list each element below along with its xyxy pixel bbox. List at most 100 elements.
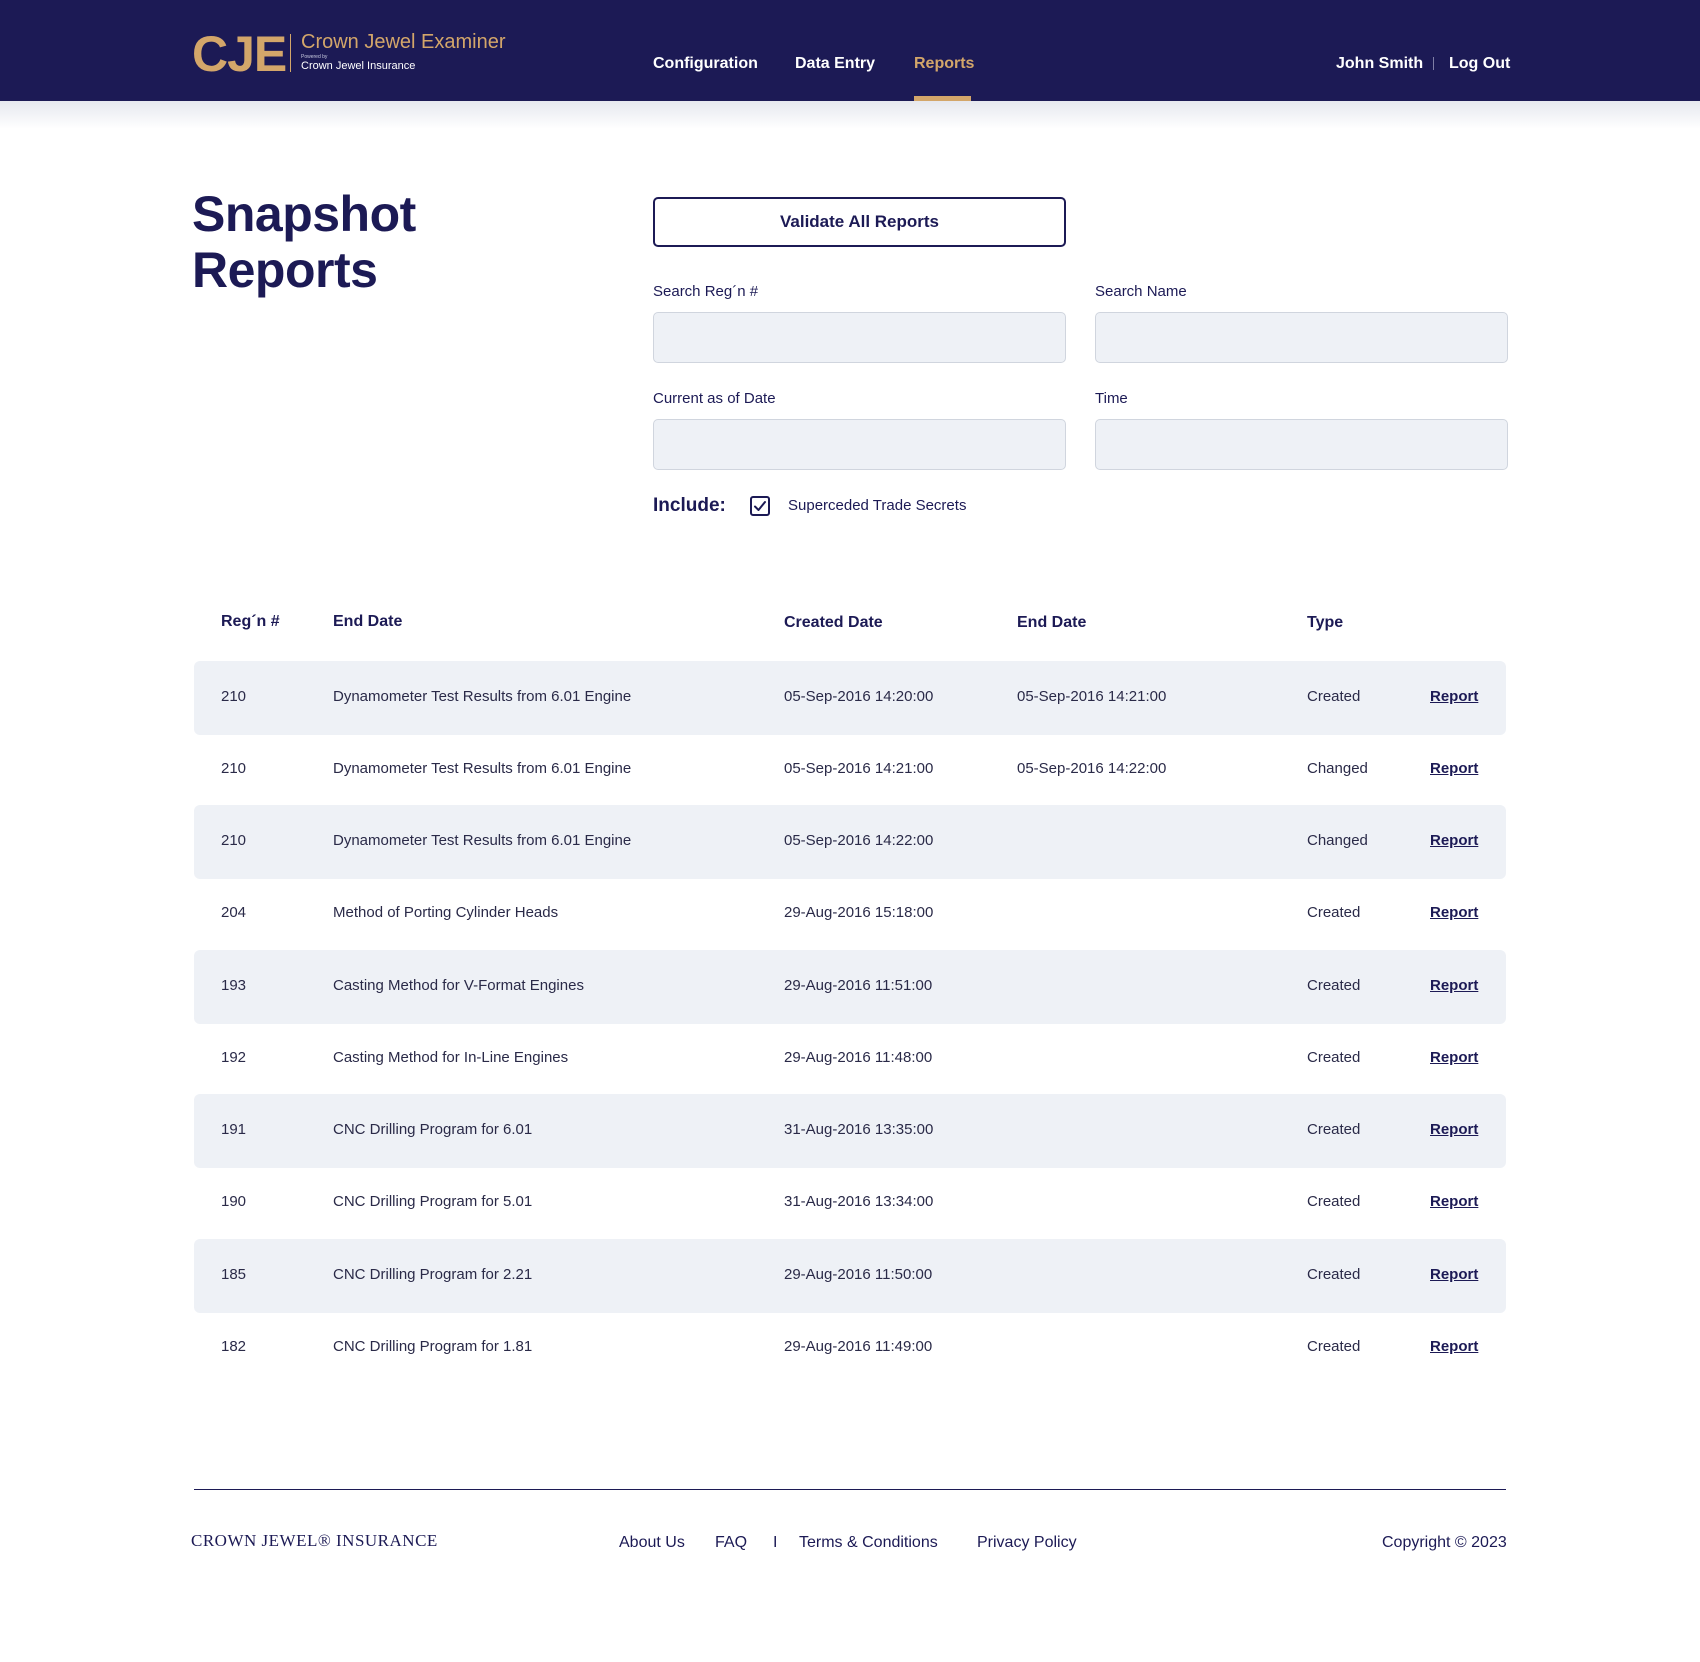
- footer-terms-link[interactable]: Terms & Conditions: [799, 1533, 938, 1553]
- cell-created-date: 29-Aug-2016 11:48:00: [784, 1049, 933, 1066]
- user-name[interactable]: John Smith: [1336, 54, 1423, 74]
- search-regn-input[interactable]: [653, 312, 1066, 363]
- cell-created-date: 31-Aug-2016 13:34:00: [784, 1193, 934, 1210]
- cell-created-date: 29-Aug-2016 11:50:00: [784, 1266, 933, 1283]
- cell-name: CNC Drilling Program for 5.01: [333, 1193, 533, 1210]
- report-link[interactable]: Report: [1430, 1266, 1478, 1284]
- cell-name: Casting Method for In-Line Engines: [333, 1049, 569, 1066]
- cell-type: Created: [1307, 1338, 1361, 1355]
- page-title: Snapshot Reports: [192, 186, 416, 298]
- col-header-created-date: Created Date: [784, 614, 883, 631]
- footer-about-us-link[interactable]: About Us: [619, 1533, 685, 1553]
- col-header-name: End Date: [333, 613, 403, 630]
- cell-name: Method of Porting Cylinder Heads: [333, 904, 559, 921]
- cell-type: Created: [1307, 977, 1361, 994]
- table-row: 204 Method of Porting Cylinder Heads 29-…: [194, 877, 1506, 951]
- footer-brand-logo: CROWN JEWEL® INSURANCE: [191, 1531, 438, 1550]
- cell-regn: 192: [221, 1049, 247, 1066]
- nav-configuration[interactable]: Configuration: [653, 54, 758, 74]
- cell-created-date: 05-Sep-2016 14:21:00: [784, 760, 934, 777]
- logo-title: Crown Jewel Examiner: [301, 31, 506, 53]
- report-link[interactable]: Report: [1430, 1121, 1478, 1139]
- cell-regn: 210: [221, 760, 247, 777]
- cell-regn: 190: [221, 1193, 247, 1210]
- cell-name: CNC Drilling Program for 1.81: [333, 1338, 533, 1355]
- cell-end-date: 05-Sep-2016 14:21:00: [1017, 688, 1167, 705]
- cell-regn: 193: [221, 977, 247, 994]
- report-link[interactable]: Report: [1430, 1338, 1478, 1356]
- report-link[interactable]: Report: [1430, 904, 1478, 922]
- cell-type: Created: [1307, 1121, 1361, 1138]
- nav-data-entry[interactable]: Data Entry: [795, 54, 875, 74]
- copyright-text: Copyright © 2023: [1382, 1534, 1507, 1551]
- table-row: 191 CNC Drilling Program for 6.01 31-Aug…: [194, 1094, 1506, 1168]
- report-link[interactable]: Report: [1430, 977, 1478, 995]
- cell-name: Dynamometer Test Results from 6.01 Engin…: [333, 760, 632, 777]
- superceded-label[interactable]: Superceded Trade Secrets: [788, 497, 966, 515]
- cell-type: Changed: [1307, 832, 1368, 849]
- report-link[interactable]: Report: [1430, 760, 1478, 778]
- logout-link[interactable]: Log Out: [1449, 54, 1510, 74]
- cell-end-date: 05-Sep-2016 14:22:00: [1017, 760, 1167, 777]
- logo-mark[interactable]: CJE: [192, 26, 287, 82]
- table-row: 182 CNC Drilling Program for 1.81 29-Aug…: [194, 1311, 1506, 1385]
- report-link[interactable]: Report: [1430, 1193, 1478, 1211]
- cell-regn: 191: [221, 1121, 247, 1138]
- search-name-input[interactable]: [1095, 312, 1508, 363]
- cell-type: Created: [1307, 1193, 1361, 1210]
- cell-created-date: 31-Aug-2016 13:35:00: [784, 1121, 934, 1138]
- cell-created-date: 29-Aug-2016 11:51:00: [784, 977, 933, 994]
- cell-name: Casting Method for V-Format Engines: [333, 977, 584, 994]
- cell-name: Dynamometer Test Results from 6.01 Engin…: [333, 688, 632, 705]
- search-name-label: Search Name: [1095, 283, 1187, 300]
- table-row: 210 Dynamometer Test Results from 6.01 E…: [194, 805, 1506, 879]
- logo-subtitle: Crown Jewel Insurance: [301, 60, 416, 72]
- time-input[interactable]: [1095, 419, 1508, 470]
- validate-all-reports-button[interactable]: Validate All Reports: [653, 197, 1066, 247]
- cell-type: Created: [1307, 1266, 1361, 1283]
- report-link[interactable]: Report: [1430, 832, 1478, 850]
- cell-regn: 210: [221, 832, 247, 849]
- active-nav-indicator: [914, 96, 971, 101]
- table-row: 210 Dynamometer Test Results from 6.01 E…: [194, 733, 1506, 807]
- cell-name: CNC Drilling Program for 6.01: [333, 1121, 533, 1138]
- footer-separator: I: [773, 1534, 778, 1551]
- footer-privacy-link[interactable]: Privacy Policy: [977, 1533, 1077, 1553]
- col-header-end-date: End Date: [1017, 614, 1087, 631]
- col-header-regn: Reg´n #: [221, 613, 280, 630]
- cell-created-date: 29-Aug-2016 15:18:00: [784, 904, 934, 921]
- table-row: 193 Casting Method for V-Format Engines …: [194, 950, 1506, 1024]
- footer-faq-link[interactable]: FAQ: [715, 1533, 747, 1553]
- cell-type: Changed: [1307, 760, 1368, 777]
- cell-type: Created: [1307, 688, 1361, 705]
- check-icon: [754, 501, 766, 511]
- cell-created-date: 05-Sep-2016 14:20:00: [784, 688, 934, 705]
- cell-type: Created: [1307, 904, 1361, 921]
- superceded-checkbox[interactable]: [750, 496, 770, 516]
- table-row: 185 CNC Drilling Program for 2.21 29-Aug…: [194, 1239, 1506, 1313]
- logo-divider: [290, 34, 291, 72]
- header-shadow: [0, 101, 1700, 129]
- table-row: 190 CNC Drilling Program for 5.01 31-Aug…: [194, 1166, 1506, 1240]
- cell-name: CNC Drilling Program for 2.21: [333, 1266, 533, 1283]
- report-link[interactable]: Report: [1430, 1049, 1478, 1067]
- cell-regn: 182: [221, 1338, 247, 1355]
- col-header-type: Type: [1307, 614, 1344, 631]
- cell-regn: 210: [221, 688, 247, 705]
- include-label: Include:: [653, 495, 726, 516]
- cell-created-date: 29-Aug-2016 11:49:00: [784, 1338, 933, 1355]
- nav-reports[interactable]: Reports: [914, 54, 974, 74]
- cell-regn: 204: [221, 904, 247, 921]
- cell-name: Dynamometer Test Results from 6.01 Engin…: [333, 832, 632, 849]
- cell-created-date: 05-Sep-2016 14:22:00: [784, 832, 934, 849]
- report-link[interactable]: Report: [1430, 688, 1478, 706]
- search-regn-label: Search Reg´n #: [653, 283, 759, 300]
- table-row: 210 Dynamometer Test Results from 6.01 E…: [194, 661, 1506, 735]
- current-date-label: Current as of Date: [653, 390, 776, 407]
- user-separator: [1433, 57, 1434, 70]
- footer-divider: [194, 1489, 1506, 1490]
- time-label: Time: [1095, 390, 1128, 407]
- current-date-input[interactable]: [653, 419, 1066, 470]
- cell-regn: 185: [221, 1266, 247, 1283]
- cell-type: Created: [1307, 1049, 1361, 1066]
